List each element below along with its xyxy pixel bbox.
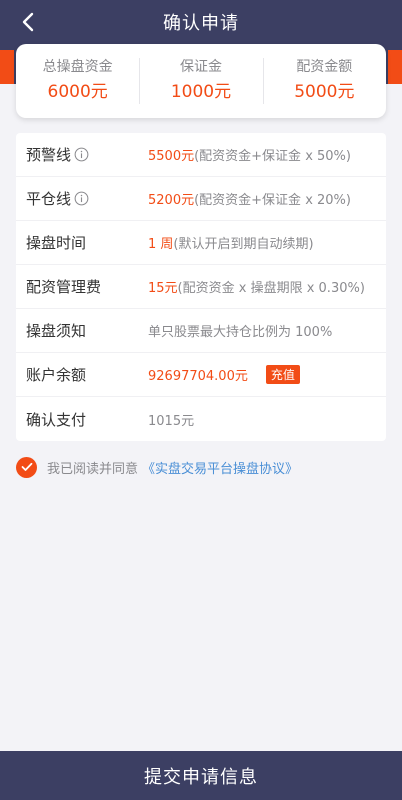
row-highlight: 1 周 [148,237,174,252]
row-value: 单只股票最大持仓比例为 100% [148,321,332,340]
submit-button[interactable]: 提交申请信息 [0,751,402,800]
recharge-button[interactable]: 充值 [265,365,300,384]
summary-label: 配资金额 [296,59,353,75]
summary-value: 5000元 [294,82,355,102]
row-note: (配资资金+保证金 x 20%) [194,193,351,208]
agreement-checkbox[interactable] [16,456,37,478]
row-note: (配资资金 x 操盘期限 x 0.30%) [177,281,365,296]
summary-card: 总操盘资金 6000元 保证金 1000元 配资金额 5000元 [16,44,386,118]
row-label: 配资管理费 [26,278,102,296]
row-highlight: 5200元 [148,193,195,208]
agreement-text: 我已阅读并同意 [47,461,139,477]
row-label: 确认支付 [26,410,87,429]
summary-value: 6000元 [47,82,108,102]
summary-margin: 保证金 1000元 [139,56,262,106]
row-note: 单只股票最大持仓比例为 100% [148,325,333,340]
accent-stripe-right [388,50,402,84]
row-trading-notice: 操盘须知 单只股票最大持仓比例为 100% [16,309,386,353]
summary-funding-amount: 配资金额 5000元 [262,56,386,106]
summary-label: 保证金 [179,59,222,75]
row-confirm-payment: 确认支付 1015元 [16,397,386,441]
payment-amount: 1015元 [148,413,195,429]
row-label: 账户余额 [26,366,87,384]
back-button[interactable] [16,10,40,34]
row-warning-line: 预警线 5500元 (配资资金+保证金 x 50%) [16,133,386,177]
row-note: (配资资金+保证金 x 50%) [194,149,351,164]
row-value: 5500元 (配资资金+保证金 x 50%) [148,145,351,164]
nav-bar: 确认申请 [0,0,402,44]
summary-value: 1000元 [170,82,232,102]
info-icon[interactable] [74,147,89,162]
balance-amount: 92697704.00元 [148,369,248,384]
row-label-wrap: 平仓线 [26,188,89,209]
chevron-left-icon [22,12,34,32]
row-value: 15元 (配资资金 x 操盘期限 x 0.30%) [148,277,365,296]
row-liquidation-line: 平仓线 5200元 (配资资金+保证金 x 20%) [16,177,386,221]
details-list: 预警线 5500元 (配资资金+保证金 x 50%) 平仓线 5200元 (配资… [16,133,386,441]
row-label: 平仓线 [26,190,72,208]
row-label: 操盘须知 [26,322,87,340]
row-label: 预警线 [26,146,72,164]
agreement-link[interactable]: 《实盘交易平台操盘协议》 [142,458,298,477]
row-value: 92697704.00元 充值 [148,365,300,384]
summary-label: 总操盘资金 [42,59,113,75]
agreement: 我已阅读并同意 《实盘交易平台操盘协议》 [16,456,298,478]
row-management-fee: 配资管理费 15元 (配资资金 x 操盘期限 x 0.30%) [16,265,386,309]
row-value: 5200元 (配资资金+保证金 x 20%) [148,189,351,208]
row-note: (默认开启到期自动续期) [173,237,314,252]
info-icon[interactable] [74,191,89,206]
check-icon [21,462,32,471]
row-account-balance: 账户余额 92697704.00元 充值 [16,353,386,397]
accent-stripe-left [0,50,14,84]
row-trading-duration: 操盘时间 1 周 (默认开启到期自动续期) [16,221,386,265]
row-highlight: 15元 [148,281,178,296]
row-label-wrap: 预警线 [26,144,89,165]
row-highlight: 5500元 [148,149,195,164]
summary-total-capital: 总操盘资金 6000元 [16,56,139,106]
row-label: 操盘时间 [26,234,87,252]
row-value: 1 周 (默认开启到期自动续期) [148,233,314,252]
row-value: 1015元 [148,410,194,429]
page-title: 确认申请 [163,13,239,34]
